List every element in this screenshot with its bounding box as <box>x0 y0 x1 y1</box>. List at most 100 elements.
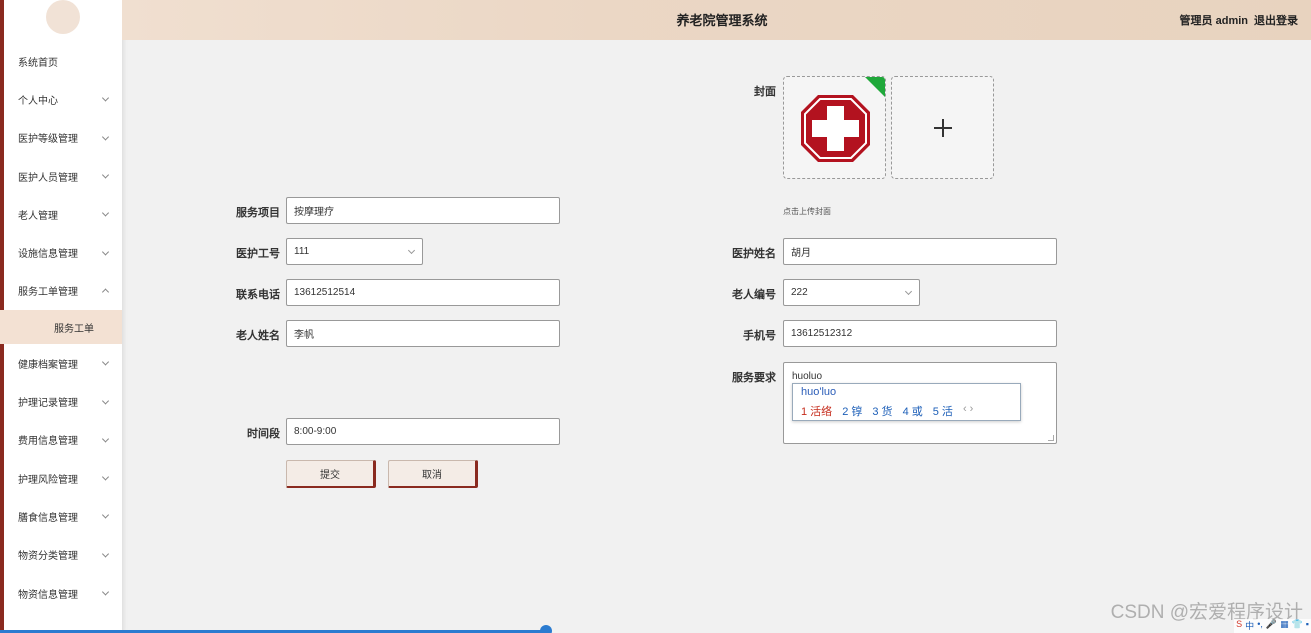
ime-candidate[interactable]: 1 活络 <box>801 403 832 419</box>
toolbox-icon: ▪ <box>1305 619 1309 629</box>
sidebar-item-fees[interactable]: 费用信息管理 <box>0 421 122 459</box>
sidebar-item-health-records[interactable]: 健康档案管理 <box>0 344 122 382</box>
requirement-label: 服务要求 <box>732 372 776 384</box>
ime-candidate[interactable]: 5 活 <box>933 403 953 419</box>
chevron-down-icon <box>101 248 110 256</box>
nurse-name-input[interactable]: 胡月 <box>783 238 1057 265</box>
success-corner-badge <box>865 77 885 97</box>
elder-name-input[interactable]: 李帆 <box>286 320 560 347</box>
logout-link[interactable]: 退出登录 <box>1254 12 1298 28</box>
requirement-value: huoluo <box>792 371 823 382</box>
sidebar-item-service-orders[interactable]: 服务工单管理 <box>0 272 122 310</box>
chevron-down-icon <box>101 473 110 481</box>
app-window: 系统首页 个人中心 医护等级管理 医护人员管理 老人管理 设施信息管理 服务工单… <box>0 0 1311 633</box>
ime-candidate[interactable]: 2 𬭚 <box>842 403 862 419</box>
sidebar-subitem-label: 服务工单 <box>54 323 94 335</box>
skin-icon: 👕 <box>1291 619 1303 629</box>
time-slot-value: 8:00-9:00 <box>294 426 337 437</box>
chevron-down-icon <box>101 396 110 405</box>
elder-id-select[interactable]: 222 <box>783 279 920 306</box>
sidebar-item-personal[interactable]: 个人中心 <box>0 80 122 118</box>
cover-upload-hint: 点击上传封面 <box>783 207 831 216</box>
plus-icon <box>933 118 952 137</box>
cancel-button[interactable]: 取消 <box>388 460 478 488</box>
mobile-input[interactable]: 13612512312 <box>783 320 1057 347</box>
sidebar-item-supplies[interactable]: 物资信息管理 <box>0 574 122 612</box>
nurse-name-label: 医护姓名 <box>732 248 776 260</box>
phone-input[interactable]: 13612512514 <box>286 279 560 306</box>
chevron-down-icon <box>101 511 110 519</box>
phone-label: 联系电话 <box>236 289 280 301</box>
ime-candidate[interactable]: 3 货 <box>872 403 892 419</box>
sidebar-item-care-risk[interactable]: 护理风险管理 <box>0 459 122 497</box>
sidebar-subitem-service-order[interactable]: 服务工单 <box>0 310 122 345</box>
sidebar-item-label: 医护人员管理 <box>18 172 78 184</box>
nurse-id-label: 医护工号 <box>236 248 280 260</box>
sidebar-item-label: 服务工单管理 <box>18 287 78 299</box>
nurse-name-value: 胡月 <box>791 248 811 259</box>
service-item-input[interactable]: 按摩理疗 <box>286 197 560 224</box>
sidebar-item-label: 老人管理 <box>18 210 58 222</box>
chevron-down-icon <box>101 133 110 141</box>
sidebar-item-facilities[interactable]: 设施信息管理 <box>0 233 122 271</box>
user-area: 管理员 admin 退出登录 <box>1180 12 1298 28</box>
elder-id-label: 老人编号 <box>732 289 776 301</box>
sidebar-item-label: 物资分类管理 <box>18 551 78 563</box>
service-item-label: 服务项目 <box>236 207 280 219</box>
sidebar-item-label: 物资信息管理 <box>18 589 78 601</box>
service-item-value: 按摩理疗 <box>294 207 334 218</box>
chevron-down-icon <box>101 435 110 443</box>
submit-button[interactable]: 提交 <box>286 460 376 488</box>
sidebar-item-label: 医护等级管理 <box>18 134 78 146</box>
chevron-down-icon <box>904 287 913 296</box>
sidebar-item-care-records[interactable]: 护理记录管理 <box>0 382 122 420</box>
page-title: 养老院管理系统 <box>676 13 768 28</box>
mobile-value: 13612512312 <box>791 328 853 339</box>
mobile-label: 手机号 <box>743 330 776 342</box>
elder-id-value: 222 <box>791 287 808 298</box>
avatar[interactable] <box>46 0 80 34</box>
nurse-id-value: 111 <box>294 246 310 257</box>
resize-handle-icon[interactable] <box>1048 435 1054 441</box>
admin-label: 管理员 admin <box>1179 15 1248 27</box>
phone-value: 13612512514 <box>294 287 356 298</box>
ime-mode-icon: 中 <box>1245 621 1255 631</box>
chevron-down-icon <box>101 588 110 596</box>
time-slot-input[interactable]: 8:00-9:00 <box>286 418 560 445</box>
sidebar-item-label: 设施信息管理 <box>18 249 78 261</box>
sidebar-item-label: 膳食信息管理 <box>18 512 78 524</box>
sidebar-item-supply-category[interactable]: 物资分类管理 <box>0 536 122 574</box>
sidebar-item-care-staff[interactable]: 医护人员管理 <box>0 157 122 195</box>
cover-label: 封面 <box>754 86 776 98</box>
sidebar-item-label: 个人中心 <box>18 95 58 107</box>
sidebar-item-label: 护理风险管理 <box>18 474 78 486</box>
sidebar-item-elders[interactable]: 老人管理 <box>0 195 122 233</box>
chevron-down-icon <box>101 171 110 179</box>
progress-knob[interactable] <box>540 625 552 633</box>
elder-name-label: 老人姓名 <box>236 330 280 342</box>
chevron-down-icon <box>407 246 416 255</box>
ime-candidates: 1 活络 2 𬭚 3 货 4 或 5 活 ‹ › <box>801 403 973 419</box>
cover-image-preview[interactable] <box>783 76 886 179</box>
top-header: 养老院管理系统 管理员 admin 退出登录 <box>122 0 1311 40</box>
sidebar-item-label: 系统首页 <box>18 57 58 69</box>
chevron-down-icon <box>101 358 110 366</box>
ime-candidate-popup: huo'luo 1 活络 2 𬭚 3 货 4 或 5 活 ‹ › <box>792 383 1021 421</box>
ime-status-tray[interactable]: S 中 •, 🎤 ▦ 👕 ▪ <box>1234 619 1311 633</box>
sidebar-item-home[interactable]: 系统首页 <box>0 42 122 80</box>
sidebar: 系统首页 个人中心 医护等级管理 医护人员管理 老人管理 设施信息管理 服务工单… <box>0 0 122 633</box>
cover-upload-button[interactable] <box>891 76 994 179</box>
sidebar-item-care-level[interactable]: 医护等级管理 <box>0 119 122 157</box>
page-arrows-icon[interactable]: ‹ › <box>963 403 973 419</box>
ime-candidate[interactable]: 4 或 <box>903 403 923 419</box>
sidebar-item-label: 健康档案管理 <box>18 359 78 371</box>
nurse-id-select[interactable]: 111 <box>286 238 423 265</box>
chevron-down-icon <box>101 209 110 217</box>
punctuation-icon: •, <box>1257 619 1263 629</box>
sidebar-item-meals[interactable]: 膳食信息管理 <box>0 497 122 535</box>
time-slot-label: 时间段 <box>247 428 280 440</box>
sidebar-menu: 系统首页 个人中心 医护等级管理 医护人员管理 老人管理 设施信息管理 服务工单… <box>0 42 122 612</box>
sidebar-item-label: 护理记录管理 <box>18 398 78 410</box>
ime-logo-icon: S <box>1236 619 1243 629</box>
elder-name-value: 李帆 <box>294 330 314 341</box>
